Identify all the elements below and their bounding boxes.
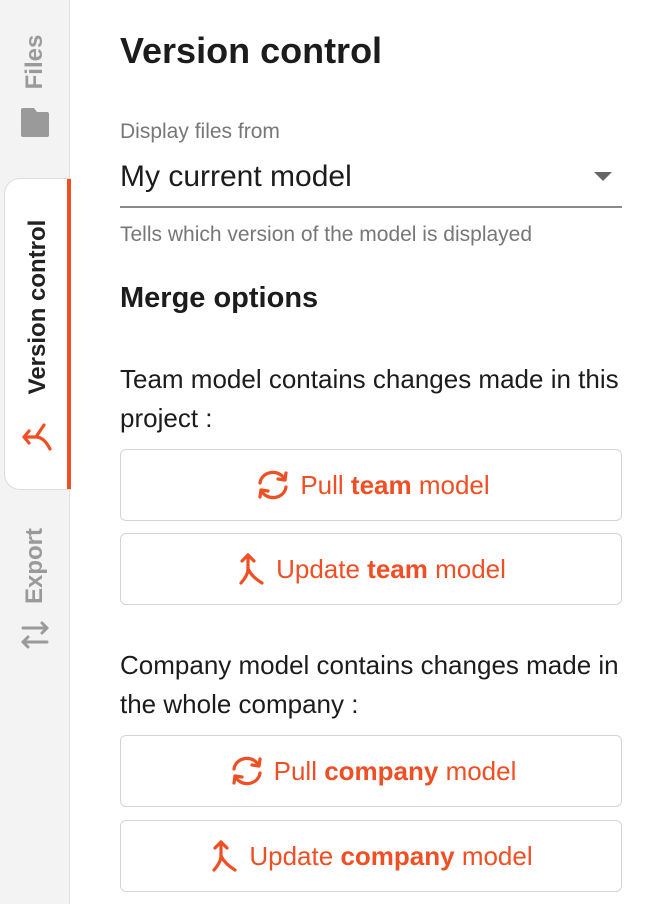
sync-icon (258, 470, 288, 500)
folder-icon (21, 108, 49, 137)
merge-up-icon (212, 840, 237, 872)
display-files-select[interactable]: My current model (120, 152, 622, 208)
swap-arrows-icon (21, 621, 49, 649)
active-tab-indicator (67, 179, 71, 489)
pull-team-label: Pull team model (300, 469, 490, 500)
pull-company-model-button[interactable]: Pull company model (120, 735, 622, 807)
pull-company-label: Pull company model (273, 755, 517, 786)
merge-options-heading: Merge options (120, 282, 319, 314)
update-company-model-button[interactable]: Update company model (120, 820, 622, 892)
sidebar-rail: Files Version control Export (0, 0, 71, 904)
merge-icon (22, 423, 52, 451)
update-team-label: Update team model (276, 553, 506, 584)
update-team-model-button[interactable]: Update team model (120, 533, 622, 605)
update-company-label: Update company model (249, 840, 533, 871)
tab-version-control[interactable]: Version control (4, 178, 71, 490)
tab-files-label: Files (21, 34, 48, 90)
tab-export-label: Export (21, 527, 48, 605)
pull-team-model-button[interactable]: Pull team model (120, 449, 622, 521)
team-model-description: Team model contains changes made in this… (120, 364, 619, 433)
display-files-label: Display files from (120, 120, 280, 143)
display-files-helper-text: Tells which version of the model is disp… (120, 223, 533, 246)
caret-down-icon (594, 172, 612, 181)
tab-files[interactable]: Files (0, 0, 70, 168)
company-model-description: Company model contains changes made in t… (120, 650, 619, 719)
merge-up-icon (239, 553, 264, 585)
sync-icon (232, 756, 262, 786)
tab-export[interactable]: Export (0, 500, 70, 670)
display-files-value: My current model (120, 160, 352, 193)
page-title: Version control (120, 30, 383, 71)
tab-version-control-label: Version control (24, 219, 51, 395)
